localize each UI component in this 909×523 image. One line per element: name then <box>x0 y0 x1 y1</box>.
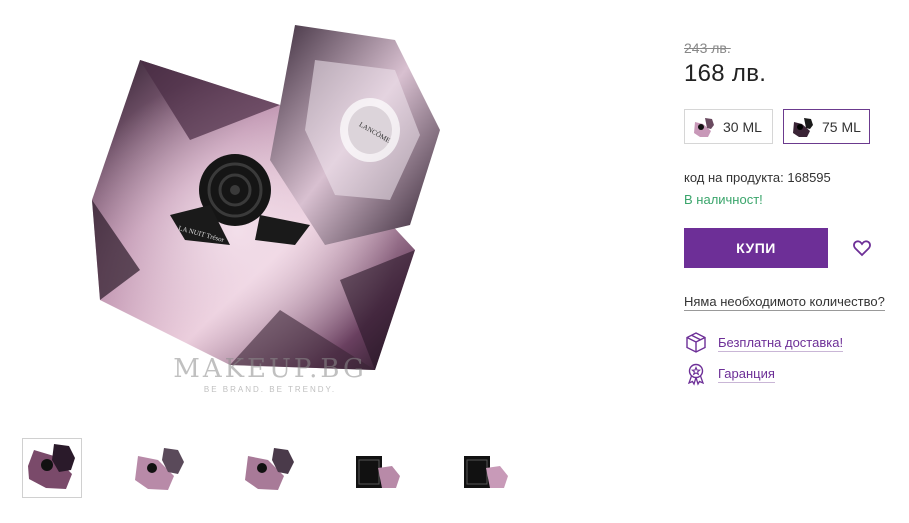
thumbnail-3[interactable] <box>240 438 300 498</box>
free-delivery-row[interactable]: Безплатна доставка! <box>684 331 844 355</box>
current-price: 168 лв. <box>684 60 767 87</box>
thumbnail-1[interactable] <box>22 438 82 498</box>
bottle-icon <box>693 116 715 138</box>
watermark-tagline: BE BRAND. BE TRENDY. <box>203 385 337 394</box>
bottle-icon <box>792 116 814 138</box>
guarantee-link[interactable]: Гаранция <box>718 366 775 383</box>
variant-75ml[interactable]: 75 ML <box>783 109 870 144</box>
watermark-brand: MAKEUP.BG <box>173 354 367 384</box>
variant-30ml[interactable]: 30 ML <box>684 109 773 144</box>
stock-status: В наличност! <box>684 192 763 207</box>
guarantee-badge-icon <box>687 363 705 386</box>
box-icon <box>686 332 706 353</box>
thumbnail-5[interactable] <box>456 438 516 498</box>
thumbnail-2[interactable] <box>130 438 190 498</box>
variant-label: 75 ML <box>822 118 861 135</box>
quantity-request-link[interactable]: Няма необходимото количество? <box>684 294 885 311</box>
free-delivery-link[interactable]: Безплатна доставка! <box>718 335 844 352</box>
main-product-image[interactable]: LANCÔME LA NUIT Trésor <box>80 20 460 405</box>
guarantee-row[interactable]: Гаранция <box>684 362 775 386</box>
buy-button[interactable]: КУПИ <box>684 228 828 268</box>
watermark: MAKEUP.BG BE BRAND. BE TRENDY. <box>160 355 380 394</box>
old-price: 243 лв. <box>684 40 731 56</box>
thumbnail-4[interactable] <box>348 438 408 498</box>
heart-icon[interactable] <box>852 238 872 258</box>
variant-label: 30 ML <box>723 118 762 135</box>
product-code: код на продукта: 168595 <box>684 170 831 185</box>
